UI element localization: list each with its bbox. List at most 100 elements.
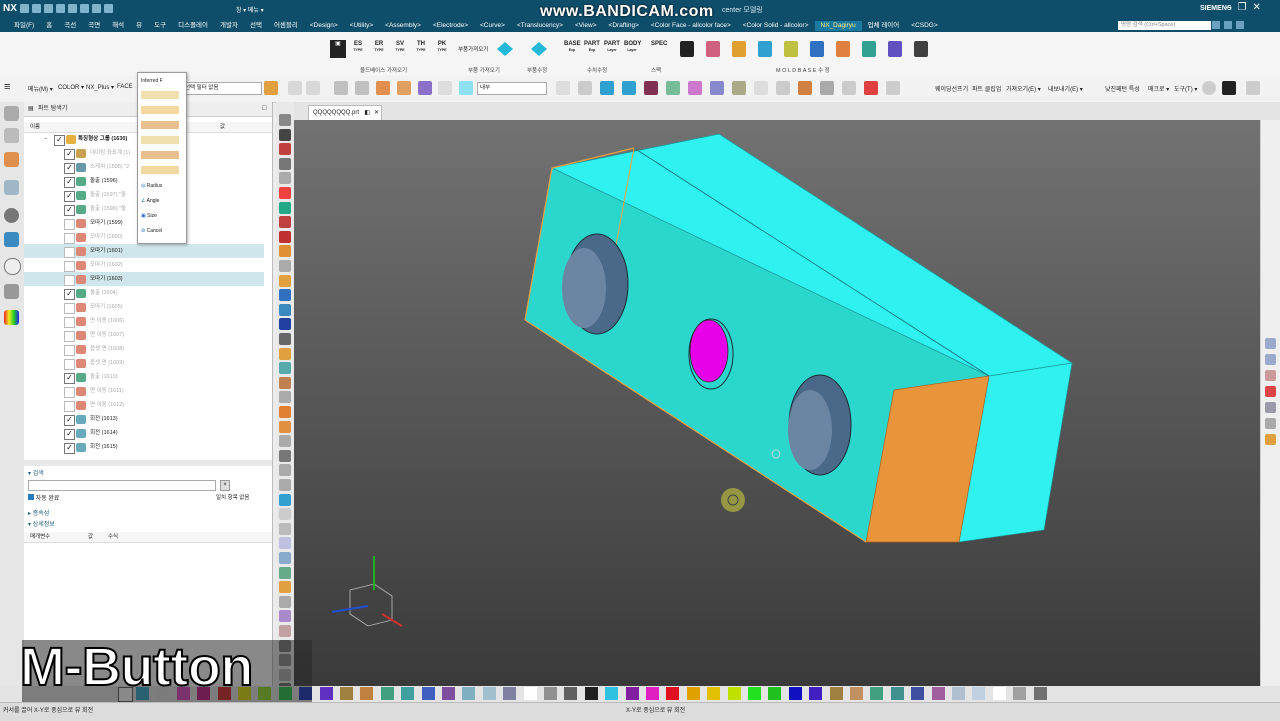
color-swatch[interactable] bbox=[768, 687, 782, 700]
toolbar-right-item[interactable]: 내보내기(E) ▾ bbox=[1048, 84, 1083, 93]
vertical-tool-icon[interactable] bbox=[279, 610, 291, 623]
tree-row[interactable]: ✓ 회전 (1613) bbox=[24, 412, 264, 426]
copy-icon[interactable] bbox=[68, 4, 77, 13]
vertical-tool-icon[interactable] bbox=[279, 537, 291, 550]
moldbase-tool-icon[interactable] bbox=[836, 41, 850, 57]
details-col-expr[interactable]: 수식 bbox=[108, 532, 118, 542]
search-section-title[interactable]: ▾ 검색 bbox=[28, 468, 44, 477]
view-tool-icon[interactable] bbox=[732, 81, 746, 95]
color-swatch[interactable] bbox=[1033, 687, 1047, 700]
color-swatch[interactable] bbox=[666, 687, 680, 700]
tree-row[interactable]: 모따기 (1605) bbox=[24, 300, 264, 314]
body-select-icon[interactable] bbox=[355, 81, 369, 95]
view-tool-icon[interactable] bbox=[798, 81, 812, 95]
popup-title[interactable]: Inferred F bbox=[141, 75, 181, 87]
size-option[interactable]: ▣ Size bbox=[141, 210, 181, 222]
menu-right-icons[interactable] bbox=[1212, 21, 1244, 29]
moldbase-tool-icon[interactable] bbox=[784, 41, 798, 57]
visibility-checkbox[interactable] bbox=[64, 387, 75, 398]
document-tab[interactable]: QQQQQQQQ.prt ◧ ✕ bbox=[308, 105, 383, 120]
vertical-tool-icon[interactable] bbox=[279, 274, 291, 287]
command-search-input[interactable]: 명령 검색 (Ctrl+Space) bbox=[1118, 21, 1211, 30]
menu-item[interactable]: NX_Dagiryu bbox=[814, 21, 862, 31]
right-tool-icon[interactable] bbox=[1265, 402, 1276, 413]
snap-point-icon[interactable] bbox=[397, 81, 411, 95]
menu-item[interactable]: <View> bbox=[569, 21, 603, 31]
face-select-icon[interactable] bbox=[376, 81, 390, 95]
tree-row[interactable]: ✓ 회전 (1615) bbox=[24, 440, 264, 454]
close-icon[interactable]: ✕ bbox=[1253, 2, 1261, 13]
body-option-icon[interactable] bbox=[141, 121, 179, 129]
vertical-tool-icon[interactable] bbox=[279, 625, 291, 637]
visibility-checkbox[interactable]: ✓ bbox=[64, 373, 75, 384]
quick-access-toolbar[interactable] bbox=[20, 4, 113, 13]
clear-search-icon[interactable]: × bbox=[220, 480, 230, 491]
color-swatch[interactable] bbox=[482, 687, 496, 700]
vertical-tool-icon[interactable] bbox=[279, 172, 291, 185]
select-point-icon[interactable] bbox=[306, 81, 320, 95]
view-tool-icon[interactable] bbox=[622, 81, 636, 95]
color-swatch[interactable] bbox=[442, 687, 455, 700]
vertical-tool-icon[interactable] bbox=[279, 114, 291, 126]
color-swatch[interactable] bbox=[1013, 687, 1027, 700]
color-swatch[interactable] bbox=[748, 687, 761, 700]
color-swatch[interactable] bbox=[625, 687, 639, 700]
visibility-checkbox[interactable] bbox=[64, 233, 75, 244]
visibility-checkbox[interactable] bbox=[64, 247, 75, 258]
color-swatch[interactable] bbox=[360, 687, 374, 700]
model-view[interactable] bbox=[294, 120, 1260, 686]
color-dropdown[interactable]: COLOR ▾ bbox=[58, 84, 84, 91]
right-tool-icon[interactable] bbox=[1265, 386, 1276, 397]
search-input[interactable] bbox=[28, 480, 216, 491]
auto-complete-option[interactable]: 자동 완료 bbox=[28, 493, 59, 502]
tree-row[interactable]: 모따기 (1601) bbox=[24, 244, 264, 258]
menu-item[interactable]: 해석 bbox=[106, 21, 130, 31]
feature-select-icon[interactable] bbox=[334, 81, 348, 95]
details-col-param[interactable]: 매개변수 bbox=[30, 532, 50, 542]
menu-item[interactable]: <Translucency> bbox=[511, 21, 569, 31]
color-swatch[interactable] bbox=[564, 687, 578, 700]
selection-filter-combo[interactable]: 선택 필터 없음 bbox=[182, 82, 262, 95]
view-triad[interactable] bbox=[331, 556, 403, 627]
vertical-tool-icon[interactable] bbox=[279, 464, 291, 477]
vertical-tool-icon[interactable] bbox=[279, 157, 291, 170]
tab-close-icon[interactable]: ✕ bbox=[374, 106, 379, 120]
toolbar-right-item[interactable]: 웨이딩선프기 bbox=[935, 84, 968, 93]
visibility-checkbox[interactable] bbox=[64, 331, 75, 342]
menu-item[interactable]: <Design> bbox=[304, 21, 344, 31]
assembly-navigator-icon[interactable] bbox=[4, 128, 19, 143]
redo-icon[interactable] bbox=[44, 4, 53, 13]
tree-row[interactable]: 모따기 (1602) bbox=[24, 258, 264, 272]
radius-option[interactable]: ◎ Radius bbox=[141, 180, 181, 192]
cancel-option[interactable]: ⊘ Cancel bbox=[141, 225, 181, 237]
color-swatch[interactable] bbox=[421, 687, 435, 700]
moldbase-tool-icon[interactable] bbox=[732, 41, 746, 57]
visibility-checkbox[interactable]: ✓ bbox=[64, 289, 75, 300]
moldbase-tool-icon[interactable] bbox=[706, 41, 720, 57]
window-controls[interactable]: – ❐ ✕ bbox=[1226, 2, 1261, 13]
view-tool-icon[interactable] bbox=[754, 81, 768, 95]
part-modify-icon[interactable] bbox=[531, 42, 547, 56]
collapse-icon[interactable]: − bbox=[44, 132, 47, 146]
tree-row[interactable]: 모따기 (1603) bbox=[24, 272, 264, 286]
color-swatch[interactable] bbox=[605, 687, 619, 700]
body-layer-button[interactable]: BODY Layer bbox=[624, 40, 641, 58]
settings-icon[interactable] bbox=[1224, 21, 1232, 29]
vertical-tool-icon[interactable] bbox=[279, 493, 291, 506]
select-cursor-icon[interactable] bbox=[288, 81, 302, 95]
color-swatch[interactable] bbox=[319, 687, 333, 700]
right-tool-icon[interactable] bbox=[1265, 434, 1276, 445]
visibility-checkbox[interactable]: ✓ bbox=[64, 191, 75, 202]
vertical-tool-icon[interactable] bbox=[279, 347, 291, 360]
vertical-tool-icon[interactable] bbox=[279, 318, 291, 331]
display-mode-icon[interactable] bbox=[1222, 81, 1236, 95]
splitter[interactable] bbox=[24, 460, 272, 466]
color-swatch[interactable] bbox=[707, 687, 721, 700]
view-tool-icon[interactable] bbox=[600, 81, 614, 95]
menu-item[interactable]: <Color Solid - allcolor> bbox=[737, 21, 815, 31]
vertical-tool-icon[interactable] bbox=[279, 362, 291, 375]
roles-icon[interactable] bbox=[4, 310, 19, 325]
toolbar-right-item[interactable]: 매크로 ▾ bbox=[1148, 84, 1169, 93]
window-menu[interactable]: 창 ▾ 메뉴 ▾ bbox=[236, 5, 264, 14]
spec-button[interactable]: SPEC bbox=[651, 40, 667, 58]
